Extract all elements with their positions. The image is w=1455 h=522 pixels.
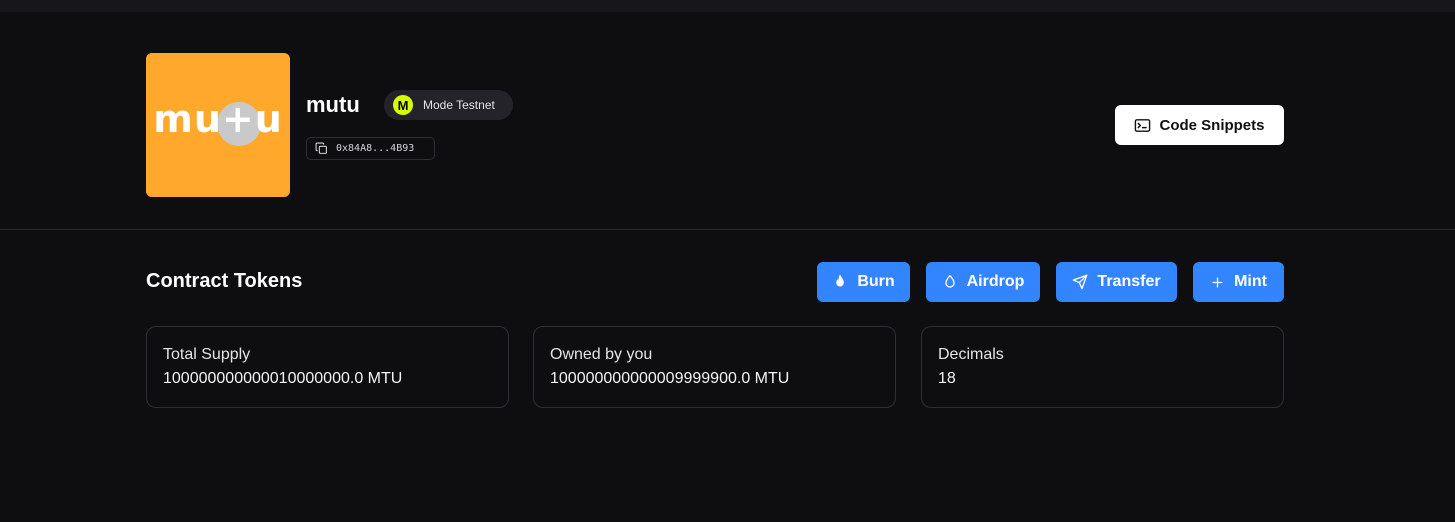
airdrop-label: Airdrop — [966, 273, 1025, 290]
total-supply-value: 100000000000010000000.0 MTU — [163, 370, 403, 387]
plus-icon — [1210, 275, 1225, 290]
send-icon — [1072, 274, 1088, 290]
token-logo: mu+u — [146, 53, 290, 197]
code-snippets-button[interactable]: Code Snippets — [1115, 105, 1284, 145]
section-divider — [0, 229, 1455, 230]
transfer-label: Transfer — [1097, 273, 1161, 290]
contract-address-copy-button[interactable]: 0x84A8...4B93 — [306, 137, 435, 160]
decimals-value: 18 — [938, 370, 956, 387]
mint-button[interactable]: Mint — [1193, 262, 1284, 302]
decimals-label: Decimals — [938, 346, 1004, 363]
flame-icon — [832, 274, 848, 290]
token-name: mutu — [306, 92, 360, 117]
code-snippets-label: Code Snippets — [1159, 116, 1265, 134]
chain-logo-icon: M — [393, 95, 413, 115]
owned-by-you-card: Owned by you 100000000000009999900.0 MTU — [533, 326, 896, 408]
droplet-icon — [942, 274, 958, 290]
terminal-icon — [1134, 117, 1151, 134]
logo-text: mu+u — [153, 97, 283, 141]
contract-address: 0x84A8...4B93 — [336, 143, 415, 154]
burn-button[interactable]: Burn — [817, 262, 910, 302]
transfer-button[interactable]: Transfer — [1056, 262, 1177, 302]
mint-label: Mint — [1234, 273, 1267, 290]
total-supply-card: Total Supply 100000000000010000000.0 MTU — [146, 326, 509, 408]
total-supply-label: Total Supply — [163, 346, 251, 363]
chain-badge[interactable]: M Mode Testnet — [384, 90, 513, 120]
decimals-card: Decimals 18 — [921, 326, 1284, 408]
chain-name: Mode Testnet — [423, 98, 495, 112]
airdrop-button[interactable]: Airdrop — [926, 262, 1040, 302]
burn-label: Burn — [857, 273, 895, 290]
section-title: Contract Tokens — [146, 270, 303, 292]
top-bar — [0, 0, 1455, 12]
owned-by-you-label: Owned by you — [550, 346, 653, 363]
copy-icon — [315, 142, 328, 155]
owned-by-you-value: 100000000000009999900.0 MTU — [550, 370, 790, 387]
